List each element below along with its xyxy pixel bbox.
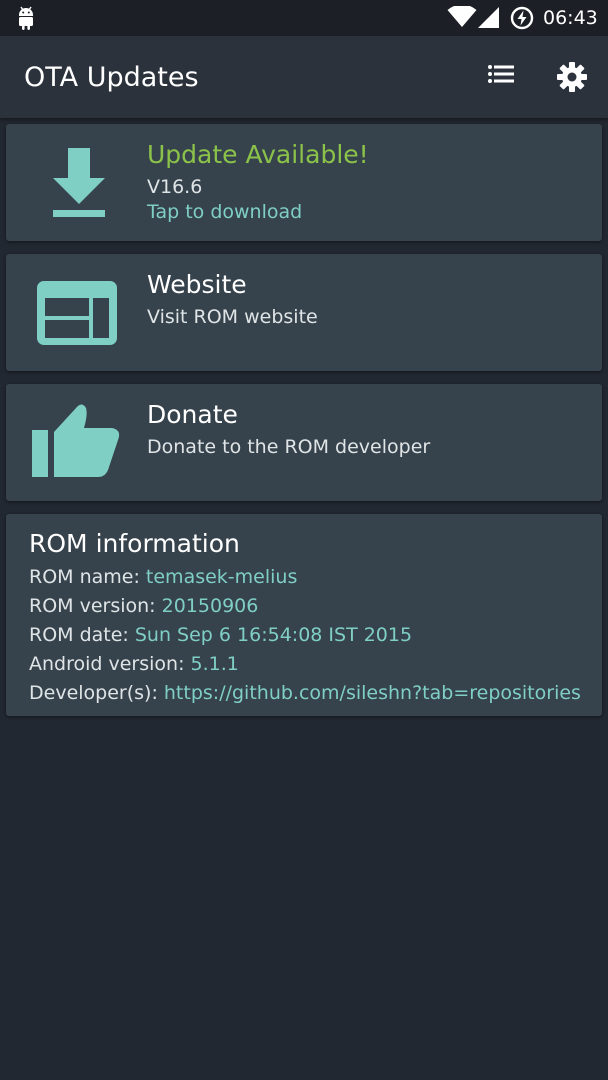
android-icon — [19, 6, 33, 30]
tap-to-download-link[interactable]: Tap to download — [147, 199, 302, 225]
web-layout-icon — [37, 281, 117, 345]
update-card[interactable]: Update Available! V16.6 Tap to download — [6, 124, 602, 241]
website-subtitle: Visit ROM website — [147, 306, 318, 328]
update-version: V16.6 — [147, 176, 203, 198]
list-icon[interactable] — [484, 60, 518, 94]
rom-date-value: Sun Sep 6 16:54:08 IST 2015 — [134, 624, 413, 646]
rom-name-value: temasek-melius — [145, 566, 298, 588]
rom-info-title: ROM information — [29, 529, 240, 558]
battery-charging-icon — [510, 6, 534, 30]
website-card[interactable]: Website Visit ROM website — [6, 254, 602, 371]
update-title: Update Available! — [147, 140, 369, 169]
rom-date-row: ROM date: Sun Sep 6 16:54:08 IST 2015 — [29, 622, 412, 648]
android-version-value: 5.1.1 — [190, 653, 239, 675]
rom-version-row: ROM version: 20150906 — [29, 593, 258, 619]
donate-card[interactable]: Donate Donate to the ROM developer — [6, 384, 602, 501]
download-icon — [53, 148, 105, 217]
rom-name-row: ROM name: temasek-melius — [29, 564, 297, 590]
signal-icon — [478, 7, 499, 28]
page-title: OTA Updates — [24, 62, 199, 93]
donate-title: Donate — [147, 400, 238, 429]
status-bar: 06:43 — [0, 0, 608, 36]
info-label: ROM version: — [29, 595, 162, 617]
status-time: 06:43 — [543, 7, 598, 29]
rom-version-value: 20150906 — [161, 595, 259, 617]
website-title: Website — [147, 270, 247, 299]
android-version-row: Android version: 5.1.1 — [29, 651, 239, 677]
rom-info-card: ROM information ROM name: temasek-melius… — [6, 514, 602, 716]
wifi-icon — [447, 6, 477, 27]
developer-link[interactable]: https://github.com/sileshn?tab=repositor… — [164, 682, 581, 704]
info-label: Developer(s): — [29, 682, 164, 704]
info-label: ROM date: — [29, 624, 135, 646]
developers-row: Developer(s): https://github.com/sileshn… — [29, 680, 581, 706]
info-label: Android version: — [29, 653, 191, 675]
thumbs-up-icon — [32, 404, 120, 477]
app-bar: OTA Updates — [0, 36, 608, 118]
gear-icon[interactable] — [555, 60, 589, 94]
donate-subtitle: Donate to the ROM developer — [147, 436, 431, 458]
info-label: ROM name: — [29, 566, 146, 588]
